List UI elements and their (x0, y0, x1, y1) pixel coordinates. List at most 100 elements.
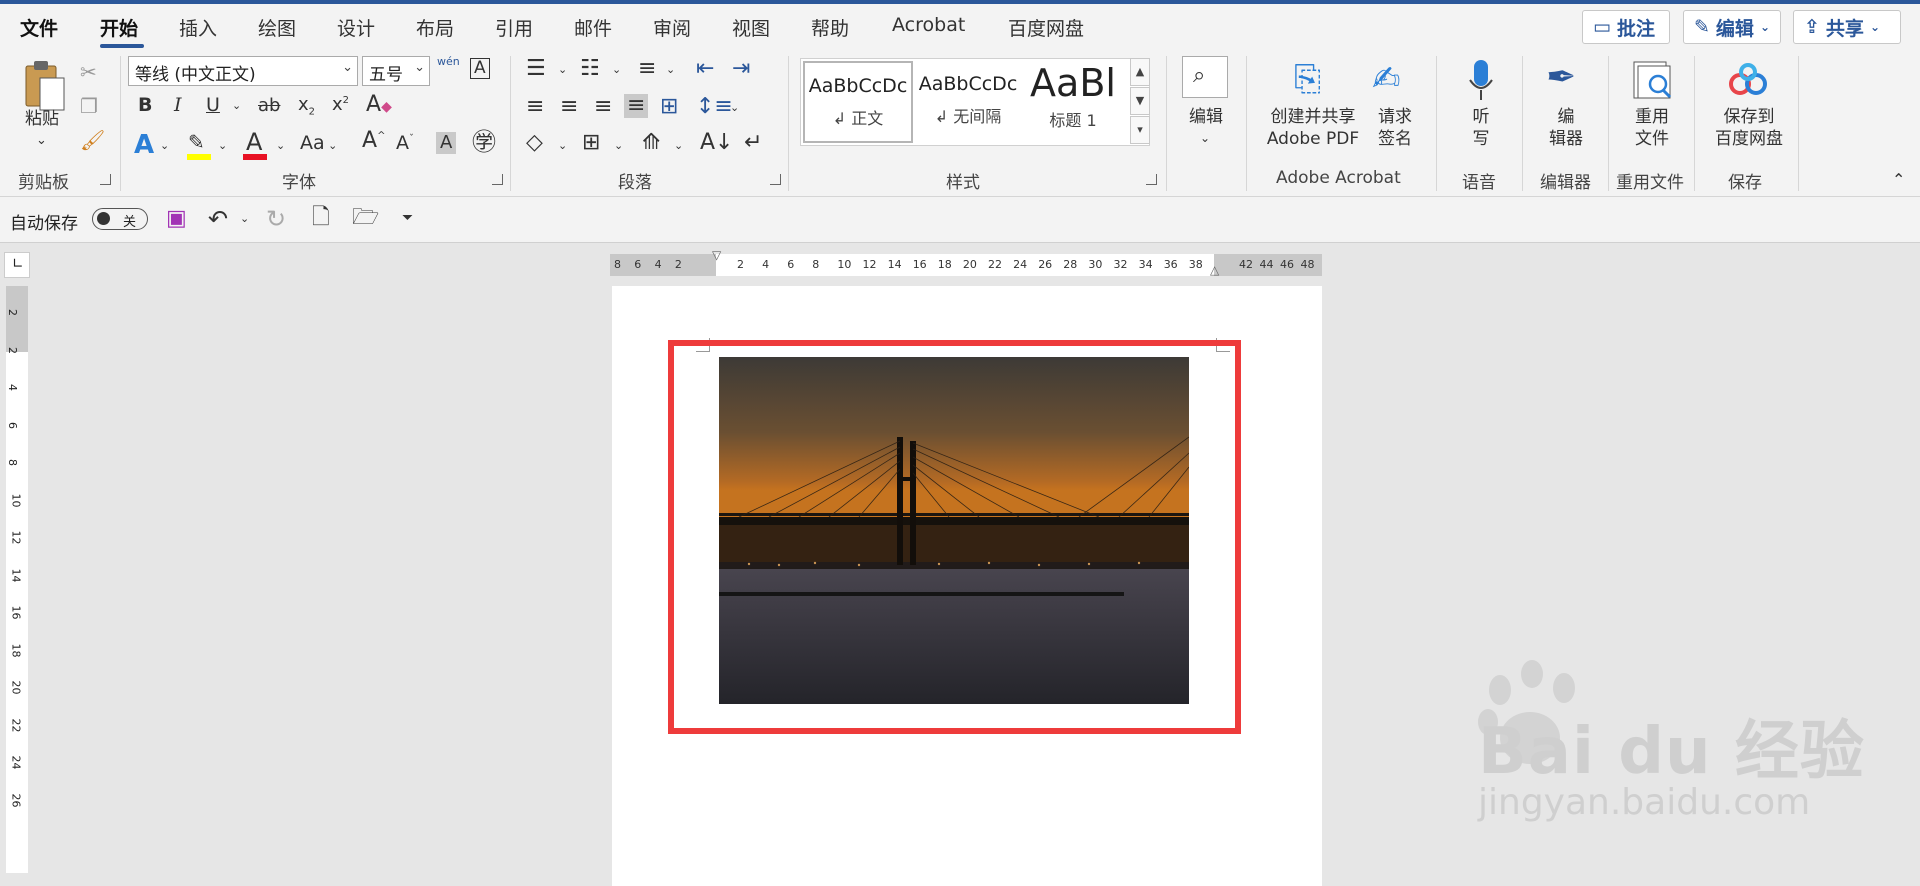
request-signature-icon[interactable]: ✍ (1372, 62, 1401, 96)
shading-icon[interactable]: ◇ (526, 132, 543, 154)
chevron-down-icon[interactable]: ⌄ (160, 140, 169, 151)
shrink-font-button[interactable]: Aˇ (396, 134, 414, 153)
chevron-down-icon[interactable]: ⌄ (276, 140, 285, 151)
share-button[interactable]: ⇪ 共享 ⌄ (1793, 10, 1901, 44)
paste-icon[interactable] (22, 58, 68, 114)
decrease-indent-icon[interactable]: ⇤ (696, 58, 714, 80)
paste-label[interactable]: 粘贴 (22, 108, 62, 130)
edit-mode-button[interactable]: ✎ 编辑 ⌄ (1683, 10, 1781, 44)
font-size-combobox[interactable]: 五号 ⌄ (362, 56, 430, 86)
italic-button[interactable]: I (174, 96, 182, 115)
redo-icon[interactable]: ↻ (266, 207, 286, 231)
request-signature-label[interactable]: 请求 签名 (1370, 106, 1420, 150)
tab-view[interactable]: 视图 (732, 14, 770, 41)
multilevel-list-icon[interactable]: ≡ (638, 58, 656, 80)
editing-button[interactable]: ⌕ (1182, 56, 1228, 98)
chevron-down-icon[interactable]: ⌄ (232, 100, 241, 111)
tab-home[interactable]: 开始 (100, 14, 138, 41)
borders-icon[interactable]: ⊞ (582, 132, 600, 154)
style-heading-1[interactable]: AaBl 标题 1 (1023, 61, 1123, 143)
save-icon[interactable]: ▣ (166, 208, 187, 230)
chevron-down-icon[interactable]: ⌄ (36, 134, 47, 147)
customize-toolbar-icon[interactable]: ⏷ (402, 211, 413, 225)
gallery-scroll-down[interactable]: ▼ (1130, 87, 1150, 115)
text-effects-icon[interactable]: A (134, 132, 154, 158)
font-dialog-launcher[interactable] (492, 174, 503, 185)
chevron-down-icon[interactable]: ⌄ (558, 64, 567, 75)
horizontal-ruler[interactable]: 8642 2 4 6 8 10 12 14 16 18 20 22 24 26 28 30 32 34 36 38 … (610, 248, 1322, 277)
change-case-button[interactable]: Aa ⌄ (300, 134, 337, 153)
tab-review[interactable]: 审阅 (653, 14, 691, 41)
tab-insert[interactable]: 插入 (179, 14, 217, 41)
tab-mailings[interactable]: 邮件 (574, 14, 612, 41)
right-indent-marker[interactable]: △ (1210, 263, 1219, 277)
tab-references[interactable]: 引用 (495, 14, 533, 41)
chevron-down-icon[interactable]: ⌄ (218, 140, 227, 151)
tab-layout[interactable]: 布局 (416, 14, 454, 41)
tab-draw[interactable]: 绘图 (258, 14, 296, 41)
chevron-down-icon[interactable]: ⌄ (1200, 132, 1210, 144)
comment-button[interactable]: ▭ 批注 (1582, 10, 1670, 44)
editing-label[interactable]: 编辑 (1184, 106, 1228, 128)
enclose-characters-icon[interactable]: ㊫ (472, 130, 496, 154)
collapse-ribbon-icon[interactable]: ⌃ (1892, 172, 1905, 188)
reuse-files-icon[interactable] (1632, 60, 1676, 102)
tab-baidu-netdisk[interactable]: 百度网盘 (1008, 14, 1084, 41)
underline-button[interactable]: U (206, 96, 220, 115)
bold-button[interactable]: B (138, 96, 152, 115)
dictate-label[interactable]: 听 写 (1466, 106, 1496, 150)
autosave-toggle[interactable]: 关 (92, 208, 148, 230)
character-border-icon[interactable]: A (470, 58, 490, 79)
chevron-down-icon[interactable]: ⌄ (558, 140, 567, 151)
distributed-icon[interactable]: ⊞ (660, 96, 678, 118)
line-spacing-icon[interactable]: ↕≡ (696, 96, 733, 118)
baidu-netdisk-icon[interactable] (1726, 62, 1770, 98)
save-to-netdisk-label[interactable]: 保存到 百度网盘 (1704, 106, 1794, 150)
style-no-spacing[interactable]: AaBbCcDc ↲ 无间隔 (913, 61, 1023, 143)
open-folder-icon[interactable]: 🗁 (352, 207, 379, 229)
clipboard-dialog-launcher[interactable] (100, 174, 111, 185)
tab-acrobat[interactable]: Acrobat (892, 14, 965, 36)
style-normal[interactable]: AaBbCcDc ↲ 正文 (803, 61, 913, 143)
gallery-scroll-up[interactable]: ▲ (1130, 58, 1150, 86)
subscript-button[interactable]: x2 (298, 96, 315, 118)
create-pdf-icon[interactable]: ⎘ (1294, 62, 1321, 96)
chinese-layout-icon[interactable]: ⟰ (642, 132, 660, 154)
styles-dialog-launcher[interactable] (1146, 174, 1157, 185)
justify-icon[interactable]: ≡ (624, 94, 649, 118)
bullets-icon[interactable]: ☰ (526, 58, 546, 80)
editor-label[interactable]: 编 辑器 (1540, 106, 1592, 150)
paragraph-dialog-launcher[interactable] (770, 174, 781, 185)
first-line-indent-marker[interactable]: ▽ (712, 248, 721, 262)
tab-design[interactable]: 设计 (337, 14, 375, 41)
format-painter-icon[interactable]: 🖌 (80, 130, 105, 150)
chevron-down-icon[interactable]: ⌄ (730, 102, 739, 113)
grow-font-button[interactable]: A^ (362, 130, 385, 152)
chevron-down-icon[interactable]: ⌄ (240, 213, 249, 224)
copy-icon[interactable]: ❐ (80, 96, 98, 116)
font-name-combobox[interactable]: 等线 (中文正文) ⌄ (128, 56, 358, 86)
phonetic-guide-icon[interactable]: wén (437, 56, 460, 67)
font-color-icon[interactable]: A (246, 130, 262, 154)
sort-icon[interactable]: A↓ (700, 132, 733, 154)
vertical-ruler[interactable]: 2 2 4 6 8 10 12 14 16 18 20 22 24 26 (6, 286, 28, 873)
clear-formatting-icon[interactable]: A◆ (366, 94, 392, 116)
undo-icon[interactable]: ↶ (208, 207, 228, 231)
create-share-pdf-label[interactable]: 创建并共享 Adobe PDF (1258, 106, 1368, 150)
align-center-icon[interactable]: ≡ (560, 96, 578, 118)
ruler-tab-selector[interactable]: ∟ (4, 252, 30, 278)
chevron-down-icon[interactable]: ⌄ (612, 64, 621, 75)
chevron-down-icon[interactable]: ⌄ (614, 140, 623, 151)
tab-file[interactable]: 文件 (20, 14, 58, 41)
show-formatting-marks-icon[interactable]: ↵ (744, 132, 762, 154)
strikethrough-button[interactable]: ab (258, 97, 280, 115)
tab-help[interactable]: 帮助 (811, 14, 849, 41)
align-left-icon[interactable]: ≡ (526, 96, 544, 118)
cut-icon[interactable]: ✂ (80, 62, 97, 82)
increase-indent-icon[interactable]: ⇥ (732, 58, 750, 80)
chevron-down-icon[interactable]: ⌄ (666, 64, 675, 75)
align-right-icon[interactable]: ≡ (594, 96, 612, 118)
numbering-icon[interactable]: ☷ (580, 58, 600, 80)
editor-pen-icon[interactable]: ✒ (1546, 60, 1576, 96)
gallery-more[interactable]: ▾ (1130, 116, 1150, 144)
